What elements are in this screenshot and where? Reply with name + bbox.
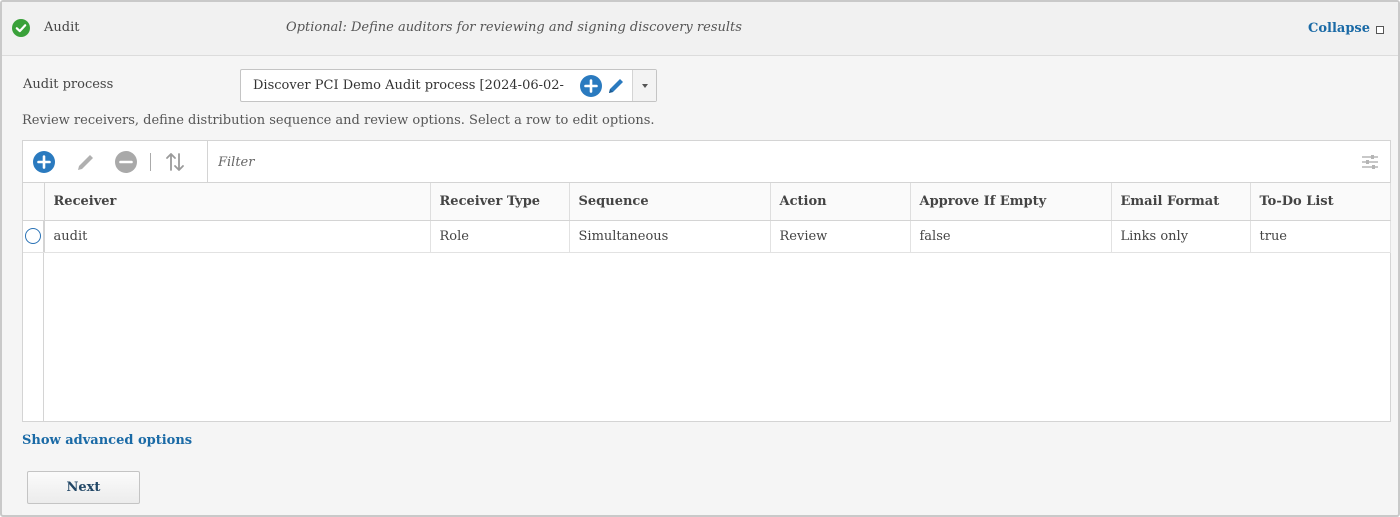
show-advanced-options-link[interactable]: Show advanced options [22, 433, 192, 448]
column-header-receiver-type[interactable]: Receiver Type [430, 183, 570, 221]
grid-toolbar [23, 141, 1390, 183]
table-row[interactable]: audit Role Simultaneous Review false Lin… [23, 220, 1391, 253]
add-icon[interactable] [32, 150, 56, 174]
filter-input[interactable] [216, 150, 1316, 174]
audit-process-select[interactable]: Discover PCI Demo Audit process [2024-06… [240, 69, 657, 102]
column-header-approve-if-empty[interactable]: Approve If Empty [910, 183, 1112, 221]
select-column-header [23, 183, 45, 221]
column-header-todo-list[interactable]: To-Do List [1250, 183, 1391, 221]
row-select-cell [23, 220, 45, 253]
section-title: Audit [44, 20, 80, 35]
table-container: Receiver Receiver Type Sequence Action A… [23, 183, 1391, 421]
add-audit-process-icon[interactable] [580, 75, 602, 97]
cell-action: Review [770, 220, 911, 253]
cell-sequence: Simultaneous [569, 220, 771, 253]
instruction-text: Review receivers, define distribution se… [22, 113, 655, 128]
row-radio-button[interactable] [25, 228, 42, 244]
remove-icon[interactable] [114, 150, 138, 174]
column-header-sequence[interactable]: Sequence [569, 183, 771, 221]
cell-approve-if-empty: false [910, 220, 1112, 253]
filter-area [207, 141, 1390, 182]
audit-process-value: Discover PCI Demo Audit process [2024-06… [253, 78, 564, 93]
collapse-label: Collapse [1308, 21, 1370, 36]
next-button[interactable]: Next [27, 471, 140, 504]
cell-todo-list: true [1250, 220, 1391, 253]
section-description: Optional: Define auditors for reviewing … [286, 20, 742, 35]
sort-icon[interactable] [163, 150, 187, 174]
column-header-email-format[interactable]: Email Format [1111, 183, 1251, 221]
columns-icon[interactable] [1360, 152, 1380, 172]
collapse-button[interactable]: Collapse [1308, 21, 1384, 36]
collapse-icon [1376, 25, 1384, 34]
edit-icon[interactable] [74, 150, 98, 174]
receivers-table: Receiver Receiver Type Sequence Action A… [23, 183, 1391, 253]
cell-receiver: audit [44, 220, 431, 253]
panel-header: Audit Optional: Define auditors for revi… [2, 2, 1398, 56]
column-header-action[interactable]: Action [770, 183, 911, 221]
edit-audit-process-icon[interactable] [605, 75, 627, 97]
column-header-receiver[interactable]: Receiver [44, 183, 431, 221]
check-circle-icon [12, 19, 30, 37]
table-header-row: Receiver Receiver Type Sequence Action A… [23, 183, 1391, 221]
cell-email-format: Links only [1111, 220, 1251, 253]
chevron-down-icon[interactable] [632, 70, 656, 101]
audit-process-label: Audit process [23, 77, 114, 92]
cell-receiver-type: Role [430, 220, 570, 253]
toolbar-divider [150, 153, 151, 171]
receivers-grid: Receiver Receiver Type Sequence Action A… [22, 140, 1391, 422]
audit-panel: Audit Optional: Define auditors for revi… [0, 0, 1400, 517]
